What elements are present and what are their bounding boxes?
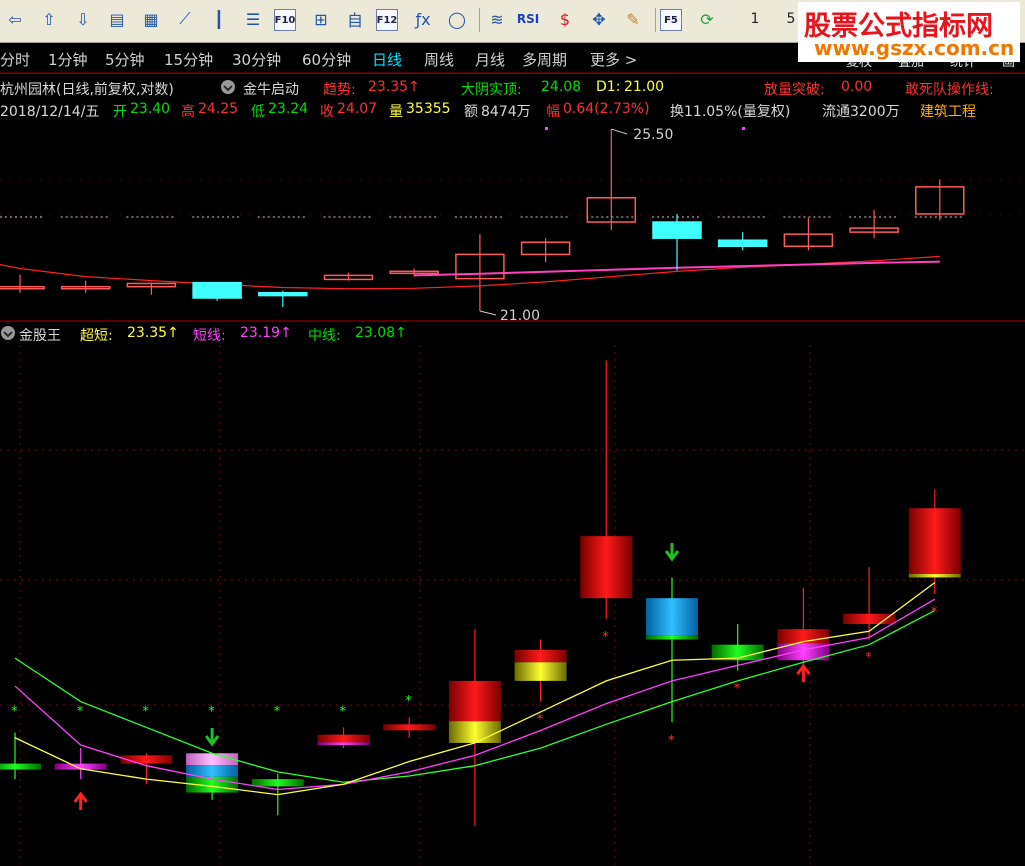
brand-logo: 股票公式指标网 www.gszx.com.cn: [798, 2, 1020, 62]
high-marker-arrow: [611, 128, 628, 135]
red-star-marker: *: [931, 605, 938, 620]
short-line-label: 短线:: [193, 328, 226, 344]
signal-dot-1: [742, 127, 745, 130]
sub-candle-body: [317, 734, 370, 743]
sell-arrow-icon: [664, 543, 680, 562]
sub-candle-body: [843, 613, 896, 625]
green-star-marker: *: [208, 704, 215, 719]
low-marker-arrow: [479, 310, 497, 316]
mid-line-value: 23.08↑: [355, 325, 407, 341]
low-marker-label: 21.00: [500, 308, 540, 324]
red-star-marker: *: [537, 713, 544, 728]
red-star-marker: *: [668, 733, 675, 748]
green-star-marker: *: [274, 704, 281, 719]
sub-candle-body: [514, 662, 567, 681]
sub-indicator-info: 金股王 超短: 23.35↑ 短线: 23.19↑ 中线: 23.08↑: [0, 325, 1025, 345]
short-line-value: 23.19↑: [240, 325, 292, 341]
main-candle-body: [717, 239, 768, 248]
ultra-short-value: 23.35↑: [127, 325, 179, 341]
red-star-marker: *: [602, 630, 609, 645]
sub-candle-body: [383, 724, 436, 731]
sub-candle-body: [908, 574, 961, 578]
sub-indicator-name: 金股王: [19, 328, 61, 344]
green-star-marker: *: [405, 694, 412, 709]
sub-candle-body: [317, 742, 370, 746]
buy-arrow-icon: [796, 663, 811, 682]
signal-dot-0: [545, 127, 548, 130]
sub-candle-body: [0, 763, 41, 770]
green-star-marker: *: [77, 704, 84, 719]
sub-candle-body: [251, 779, 304, 787]
high-marker-label: 25.50: [633, 127, 673, 143]
sub-candle-body: [646, 635, 698, 640]
buy-arrow-icon: [73, 791, 88, 810]
main-candle-body: [0, 285, 45, 290]
sub-candle-body: [580, 536, 633, 599]
mid-line-label: 中线:: [308, 328, 341, 344]
sub-candle-body: [646, 598, 698, 636]
chart-canvas[interactable]: 25.50 21.00 * * * * * * * * * * * * *: [0, 0, 1025, 866]
brand-url: www.gszx.com.cn: [814, 36, 1015, 60]
main-candle-body: [258, 292, 308, 297]
sell-arrow-icon: [204, 728, 220, 747]
red-star-marker: *: [865, 651, 872, 666]
sub-dropdown-icon[interactable]: [0, 325, 16, 345]
ultra-short-label: 超短:: [80, 328, 113, 344]
green-star-marker: *: [11, 704, 18, 719]
sub-candle-body: [514, 649, 567, 663]
sub-candle-body: [448, 721, 501, 743]
sub-candle-body: [908, 508, 961, 575]
red-star-marker: *: [734, 682, 741, 697]
sub-candle-body: [448, 680, 501, 722]
sub-candle-body: [186, 753, 239, 766]
main-candle-body: [192, 281, 242, 299]
green-star-marker: *: [340, 704, 347, 719]
main-candle-body: [652, 221, 702, 239]
green-star-marker: *: [142, 704, 149, 719]
